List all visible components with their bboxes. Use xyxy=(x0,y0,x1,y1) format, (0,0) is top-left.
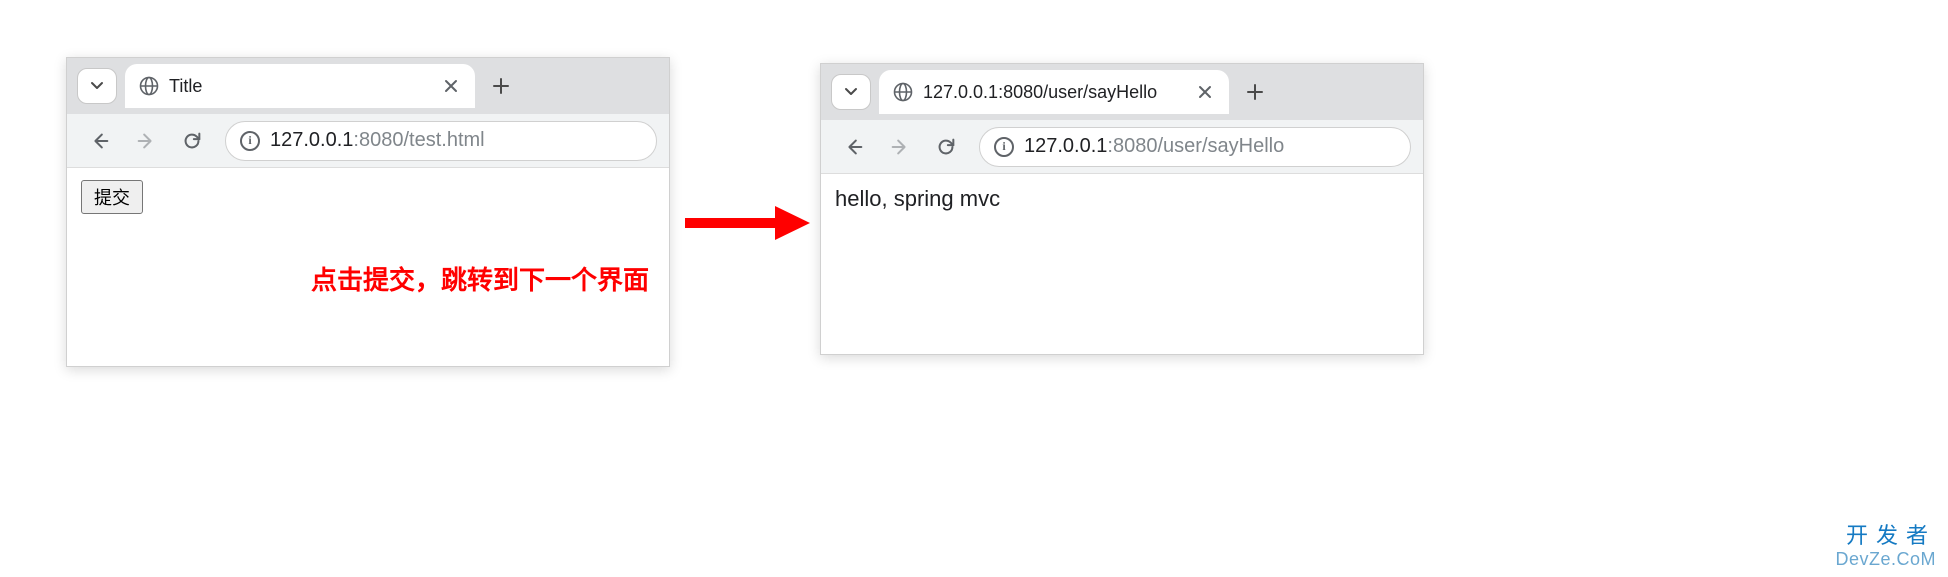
tab-strip: 127.0.0.1:8080/user/sayHello xyxy=(821,64,1423,120)
arrow-right-icon xyxy=(889,136,911,158)
reload-icon xyxy=(935,136,957,158)
tab-strip: Title xyxy=(67,58,669,114)
watermark-en: DevZe.CoM xyxy=(1835,549,1936,571)
close-icon xyxy=(1198,85,1212,99)
tab-title: Title xyxy=(169,76,431,97)
arrow-annotation xyxy=(680,198,810,248)
back-button[interactable] xyxy=(79,120,121,162)
url-text: 127.0.0.1:8080/test.html xyxy=(270,129,485,152)
tab-search-button[interactable] xyxy=(77,68,117,104)
globe-icon xyxy=(139,76,159,96)
tab-close-button[interactable] xyxy=(441,76,461,96)
watermark: 开发者 DevZe.CoM xyxy=(1835,523,1936,571)
back-button[interactable] xyxy=(833,126,875,168)
arrow-right-icon xyxy=(680,198,810,248)
tab-search-button[interactable] xyxy=(831,74,871,110)
address-bar[interactable]: i 127.0.0.1:8080/test.html xyxy=(225,121,657,161)
browser-window-right: 127.0.0.1:8080/user/sayHello i 127.0.0.1… xyxy=(820,63,1424,355)
toolbar: i 127.0.0.1:8080/test.html xyxy=(67,114,669,168)
reload-icon xyxy=(181,130,203,152)
address-bar[interactable]: i 127.0.0.1:8080/user/sayHello xyxy=(979,127,1411,167)
arrow-right-icon xyxy=(135,130,157,152)
chevron-down-icon xyxy=(89,78,105,94)
site-info-icon[interactable]: i xyxy=(240,131,260,151)
caption-text: 点击提交，跳转到下一个界面 xyxy=(311,260,649,297)
site-info-icon[interactable]: i xyxy=(994,137,1014,157)
plus-icon xyxy=(492,77,510,95)
new-tab-button[interactable] xyxy=(483,68,519,104)
globe-icon xyxy=(893,82,913,102)
toolbar: i 127.0.0.1:8080/user/sayHello xyxy=(821,120,1423,174)
arrow-left-icon xyxy=(843,136,865,158)
new-tab-button[interactable] xyxy=(1237,74,1273,110)
page-content: hello, spring mvc xyxy=(821,174,1423,354)
url-text: 127.0.0.1:8080/user/sayHello xyxy=(1024,135,1284,158)
plus-icon xyxy=(1246,83,1264,101)
tab-close-button[interactable] xyxy=(1195,82,1215,102)
browser-tab[interactable]: Title xyxy=(125,64,475,108)
reload-button[interactable] xyxy=(925,126,967,168)
close-icon xyxy=(444,79,458,93)
browser-tab[interactable]: 127.0.0.1:8080/user/sayHello xyxy=(879,70,1229,114)
submit-button[interactable]: 提交 xyxy=(81,180,143,214)
forward-button[interactable] xyxy=(125,120,167,162)
forward-button[interactable] xyxy=(879,126,921,168)
body-text: hello, spring mvc xyxy=(835,186,1409,212)
watermark-cn: 开发者 xyxy=(1835,523,1936,549)
page-content: 提交 点击提交，跳转到下一个界面 xyxy=(67,168,669,366)
tab-title: 127.0.0.1:8080/user/sayHello xyxy=(923,82,1185,103)
reload-button[interactable] xyxy=(171,120,213,162)
arrow-left-icon xyxy=(89,130,111,152)
chevron-down-icon xyxy=(843,84,859,100)
browser-window-left: Title i 127.0.0.1:8080/test.html 提交 点击提交… xyxy=(66,57,670,367)
